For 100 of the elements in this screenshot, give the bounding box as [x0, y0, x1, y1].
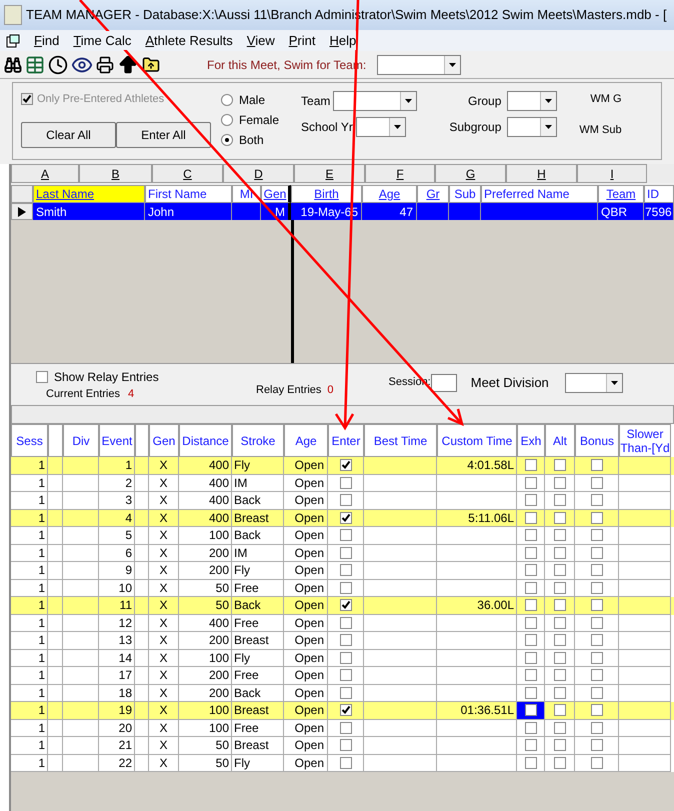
- column-header[interactable]: Age: [362, 185, 417, 203]
- column-letter[interactable]: A: [11, 164, 79, 183]
- checkbox[interactable]: [340, 652, 352, 664]
- checkbox[interactable]: [590, 669, 602, 682]
- action-button[interactable]: Clear All: [21, 122, 116, 148]
- checkbox[interactable]: [590, 476, 602, 489]
- menu-item[interactable]: Help: [329, 30, 356, 50]
- row-selector[interactable]: [11, 203, 33, 220]
- checkbox[interactable]: [340, 512, 352, 524]
- checkbox[interactable]: [524, 599, 536, 612]
- checkbox[interactable]: [524, 529, 536, 542]
- checkbox[interactable]: [340, 669, 352, 682]
- column-header[interactable]: Best Time: [364, 424, 437, 457]
- column-letter[interactable]: B: [79, 164, 152, 183]
- checkbox[interactable]: [340, 476, 352, 489]
- event-row[interactable]: 1 22 X 50 Fly Open: [11, 754, 674, 772]
- checkbox[interactable]: [524, 546, 536, 559]
- event-row[interactable]: 1 5 X 100 Back Open: [11, 527, 674, 544]
- checkbox[interactable]: [554, 686, 566, 699]
- checkbox[interactable]: [340, 686, 352, 699]
- event-row[interactable]: 1 21 X 50 Breast Open: [11, 737, 674, 754]
- checkbox[interactable]: [340, 634, 352, 646]
- column-header[interactable]: Enter: [328, 424, 364, 457]
- column-header[interactable]: Event: [99, 424, 135, 457]
- event-row[interactable]: 1 9 X 200 Fly Open: [11, 562, 674, 580]
- checkbox[interactable]: [590, 546, 602, 559]
- action-button[interactable]: Enter All: [116, 122, 211, 148]
- checkbox[interactable]: [524, 739, 536, 752]
- column-letter[interactable]: F: [365, 164, 435, 183]
- column-header[interactable]: ID: [644, 185, 674, 203]
- checkbox[interactable]: [590, 686, 602, 699]
- team-dropdown[interactable]: [377, 54, 462, 74]
- subgroup-dropdown[interactable]: [507, 117, 558, 137]
- checkbox[interactable]: [590, 582, 602, 594]
- session-field[interactable]: [430, 374, 457, 392]
- column-header[interactable]: Sub: [449, 185, 481, 203]
- event-row[interactable]: 1 1 X 400 Fly Open 4:01.58L: [11, 457, 674, 474]
- event-row[interactable]: 1 6 X 200 IM Open: [11, 544, 674, 562]
- column-letter[interactable]: E: [294, 164, 365, 183]
- event-row[interactable]: 1 4 X 400 Breast Open 5:11.06L: [11, 510, 674, 527]
- column-header[interactable]: [48, 424, 63, 457]
- event-row[interactable]: 1 19 X 100 Breast Open 01:36.51L: [11, 702, 674, 720]
- checkbox[interactable]: [524, 722, 536, 734]
- event-row[interactable]: 1 10 X 50 Free Open: [11, 580, 674, 597]
- column-header[interactable]: First Name: [145, 185, 232, 203]
- radio-button[interactable]: [221, 134, 233, 146]
- up-arrow-icon[interactable]: [117, 54, 139, 76]
- event-row[interactable]: 1 13 X 200 Breast Open: [11, 632, 674, 650]
- event-row[interactable]: 1 17 X 200 Free Open: [11, 667, 674, 684]
- checkbox[interactable]: [340, 756, 352, 769]
- checkbox[interactable]: [340, 529, 352, 542]
- checkbox[interactable]: [590, 722, 602, 734]
- checkbox[interactable]: [524, 459, 536, 472]
- column-header[interactable]: Distance: [179, 424, 232, 457]
- checkbox[interactable]: [554, 546, 566, 559]
- checkbox[interactable]: [524, 512, 536, 524]
- column-letter[interactable]: C: [152, 164, 223, 183]
- checkbox[interactable]: [554, 616, 566, 629]
- event-row[interactable]: 1 18 X 200 Back Open: [11, 684, 674, 702]
- checkbox[interactable]: [524, 494, 536, 506]
- column-header[interactable]: Team: [598, 185, 644, 203]
- column-header[interactable]: Slower Than-[Yd: [619, 424, 671, 457]
- checkbox[interactable]: [524, 756, 536, 769]
- event-row[interactable]: 1 2 X 400 IM Open: [11, 474, 674, 492]
- checkbox[interactable]: [554, 704, 566, 716]
- checkbox[interactable]: [524, 704, 536, 716]
- checkbox[interactable]: [340, 459, 352, 472]
- checkbox[interactable]: [590, 739, 602, 752]
- checkbox[interactable]: [590, 494, 602, 506]
- checkbox[interactable]: [524, 669, 536, 682]
- column-header[interactable]: Bonus: [575, 424, 619, 457]
- column-letter[interactable]: G: [435, 164, 506, 183]
- checkbox[interactable]: [524, 634, 536, 646]
- checkbox[interactable]: [554, 476, 566, 489]
- checkbox[interactable]: [590, 529, 602, 542]
- checkbox[interactable]: [340, 616, 352, 629]
- school-year-dropdown[interactable]: [356, 117, 406, 137]
- checkbox[interactable]: [340, 704, 352, 716]
- column-header[interactable]: Div: [63, 424, 99, 457]
- meet-division-dropdown[interactable]: [564, 373, 623, 393]
- event-row[interactable]: 1 3 X 400 Back Open: [11, 492, 674, 510]
- column-header[interactable]: Alt: [545, 424, 575, 457]
- column-header[interactable]: Exh: [517, 424, 545, 457]
- event-row[interactable]: 1 12 X 400 Free Open: [11, 614, 674, 632]
- column-header[interactable]: Custom Time: [437, 424, 517, 457]
- column-letter[interactable]: D: [223, 164, 294, 183]
- checkbox[interactable]: [554, 599, 566, 612]
- checkbox[interactable]: [554, 739, 566, 752]
- checkbox[interactable]: [524, 476, 536, 489]
- checkbox[interactable]: [554, 669, 566, 682]
- printer-icon[interactable]: [96, 56, 114, 74]
- column-header[interactable]: Preferred Name: [481, 185, 598, 203]
- folder-icon[interactable]: [142, 56, 160, 74]
- column-header[interactable]: Stroke: [232, 424, 284, 457]
- clock-icon[interactable]: [48, 54, 68, 74]
- event-row[interactable]: 1 14 X 100 Fly Open: [11, 650, 674, 667]
- radio-button[interactable]: [221, 114, 233, 126]
- checkbox[interactable]: [590, 599, 602, 612]
- checkbox[interactable]: [36, 371, 48, 383]
- checkbox[interactable]: [590, 459, 602, 472]
